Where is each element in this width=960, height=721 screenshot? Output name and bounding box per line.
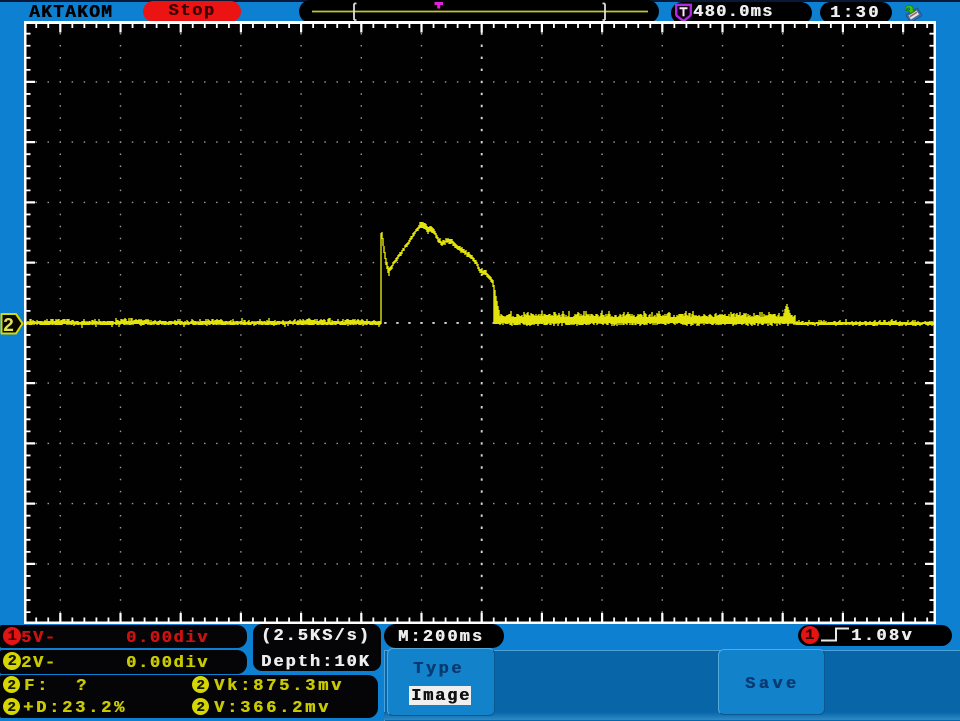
svg-text:2: 2 [3,315,14,337]
